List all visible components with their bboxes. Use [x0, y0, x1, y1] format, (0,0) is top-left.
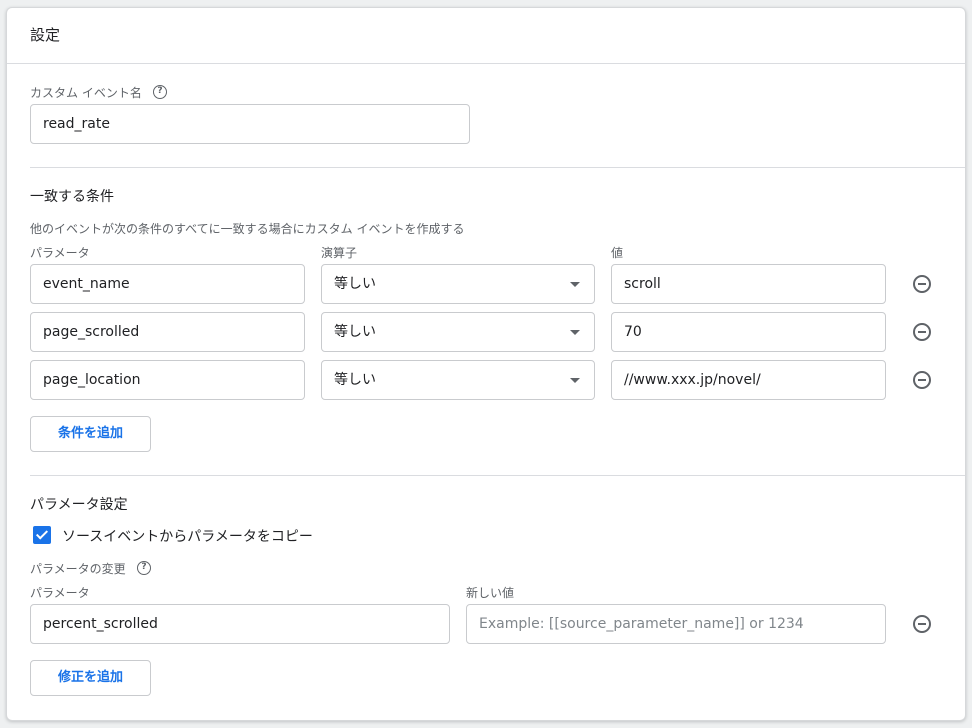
copy-parameters-label[interactable]: ソースイベントからパラメータをコピー — [62, 526, 313, 546]
custom-event-name-label: カスタム イベント名 — [30, 86, 142, 100]
help-icon[interactable]: ? — [153, 85, 167, 99]
condition-operator-select[interactable]: 等しい — [321, 360, 595, 400]
column-header-value: 値 — [611, 246, 624, 260]
page-title: 設定 — [30, 26, 61, 44]
new-value-input[interactable] — [466, 604, 886, 644]
column-header-operator: 演算子 — [321, 246, 358, 260]
condition-operator-value: 等しい — [334, 372, 376, 388]
modify-parameters-label: パラメータの変更 — [30, 562, 126, 576]
parameter-settings-title: パラメータ設定 — [30, 497, 128, 513]
remove-condition-icon[interactable] — [913, 323, 931, 341]
column-header-parameter: パラメータ — [30, 586, 90, 600]
dropdown-arrow-icon — [570, 282, 580, 287]
settings-card: 設定 カスタム イベント名 ? read_rate 一致する条件 他のイベントが… — [6, 7, 966, 721]
remove-condition-icon[interactable] — [913, 275, 931, 293]
section-divider — [30, 167, 965, 168]
condition-value-input[interactable]: //www.xxx.jp/novel/ — [611, 360, 886, 400]
header-divider — [7, 63, 965, 64]
condition-parameter-input[interactable]: page_scrolled — [30, 312, 305, 352]
condition-parameter-input[interactable]: page_location — [30, 360, 305, 400]
condition-operator-select[interactable]: 等しい — [321, 264, 595, 304]
dropdown-arrow-icon — [570, 330, 580, 335]
condition-parameter-input[interactable]: event_name — [30, 264, 305, 304]
condition-operator-select[interactable]: 等しい — [321, 312, 595, 352]
condition-operator-value: 等しい — [334, 276, 376, 292]
condition-value-input[interactable]: 70 — [611, 312, 886, 352]
section-divider — [30, 475, 965, 476]
remove-modification-icon[interactable] — [913, 615, 931, 633]
conditions-description: 他のイベントが次の条件のすべてに一致する場合にカスタム イベントを作成する — [30, 222, 465, 236]
column-header-new-value: 新しい値 — [466, 586, 515, 600]
checkbox-checked-icon[interactable] — [33, 526, 51, 544]
add-condition-button[interactable]: 条件を追加 — [30, 416, 151, 452]
remove-condition-icon[interactable] — [913, 371, 931, 389]
modify-parameter-input[interactable]: percent_scrolled — [30, 604, 450, 644]
dropdown-arrow-icon — [570, 378, 580, 383]
help-icon[interactable]: ? — [137, 561, 151, 575]
column-header-parameter: パラメータ — [30, 246, 90, 260]
condition-operator-value: 等しい — [334, 324, 376, 340]
condition-value-input[interactable]: scroll — [611, 264, 886, 304]
conditions-title: 一致する条件 — [30, 189, 114, 205]
add-modification-button[interactable]: 修正を追加 — [30, 660, 151, 696]
custom-event-name-input[interactable]: read_rate — [30, 104, 470, 144]
